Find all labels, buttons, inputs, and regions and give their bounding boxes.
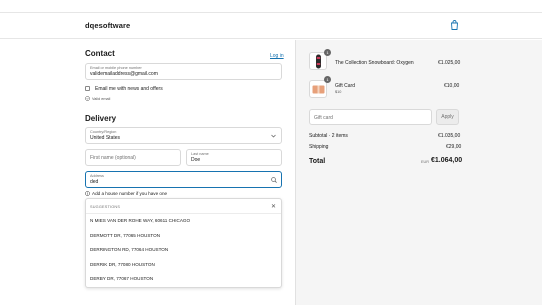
shipping-label: Shipping — [309, 144, 329, 150]
newsletter-checkbox[interactable] — [85, 86, 90, 91]
address-suggestions: SUGGESTIONS ✕ N MIES VAN DER ROHE WAY, 6… — [85, 198, 282, 288]
product-name: Gift Card — [335, 83, 356, 89]
login-link[interactable]: Log in — [270, 53, 284, 59]
valid-email-text: Valid email — [92, 97, 111, 101]
total-label: Total — [309, 158, 326, 165]
search-icon[interactable] — [271, 177, 277, 183]
country-value: United States — [90, 135, 121, 141]
gift-card-image — [312, 85, 325, 94]
suggestion-item[interactable]: DERRINGTON RD, 77064 HOUSTON — [90, 247, 168, 252]
delivery-heading: Delivery — [85, 114, 117, 123]
contact-heading: Contact — [85, 49, 115, 58]
product-thumbnail-gift-card — [309, 80, 327, 98]
product-price: €10,00 — [444, 83, 460, 89]
gift-card-placeholder: Gift card — [314, 115, 333, 121]
total-currency: EUR — [421, 160, 430, 164]
bag-icon[interactable] — [450, 20, 459, 30]
snowboard-image — [316, 54, 321, 69]
last-name-field[interactable]: Last name Doe — [186, 149, 282, 166]
top-strip — [0, 0, 542, 13]
product-name: The Collection Snowboard: Oxygen — [335, 60, 414, 66]
quantity-badge: 1 — [324, 49, 331, 56]
close-icon[interactable]: ✕ — [271, 203, 276, 210]
header: dqesoftware — [0, 13, 542, 39]
product-variant: $10 — [335, 90, 342, 94]
email-field[interactable]: Email or mobile phone number validemaila… — [85, 63, 282, 80]
gift-card-input[interactable]: Gift card — [309, 109, 432, 125]
chevron-down-icon — [271, 134, 276, 138]
subtotal-value: €1.035,00 — [438, 133, 461, 139]
order-summary — [295, 40, 542, 305]
check-icon — [85, 96, 90, 101]
suggestion-item[interactable]: N MIES VAN DER ROHE WAY, 60611 CHICAGO — [90, 218, 190, 223]
suggestion-item[interactable]: DERMOTT DR, 77065 HOUSTON — [90, 233, 160, 238]
first-name-placeholder: First name (optional) — [90, 155, 136, 161]
suggestion-item[interactable]: DERBY DR, 77067 HOUSTON — [90, 276, 153, 281]
address-label: Address — [90, 174, 104, 178]
info-icon — [85, 191, 90, 196]
country-select[interactable]: Country/Region United States — [85, 127, 282, 144]
address-hint: Add a house number if you have one — [92, 191, 168, 196]
last-name-label: Last name — [191, 152, 209, 156]
newsletter-label: Email me with news and offers — [95, 86, 163, 92]
first-name-field[interactable]: First name (optional) — [85, 149, 181, 166]
shipping-value: €29,00 — [446, 144, 462, 150]
last-name-value: Doe — [191, 157, 201, 163]
address-field[interactable]: Address ded — [85, 171, 282, 188]
subtotal-label: Subtotal · 2 items — [309, 133, 348, 139]
brand-logo[interactable]: dqesoftware — [85, 21, 130, 30]
email-value: validemailaddress@gmail.com — [90, 71, 158, 77]
suggestions-header: SUGGESTIONS — [90, 205, 121, 209]
address-value: ded — [90, 179, 99, 185]
suggestion-item[interactable]: DERRIK DR, 77080 HOUSTON — [90, 262, 155, 267]
apply-button[interactable]: Apply — [436, 109, 459, 125]
quantity-badge: 1 — [324, 76, 331, 83]
email-label: Email or mobile phone number — [90, 66, 142, 70]
total-value: €1.064,00 — [431, 157, 463, 164]
product-price: €1.025,00 — [438, 60, 461, 66]
country-label: Country/Region — [90, 130, 117, 134]
